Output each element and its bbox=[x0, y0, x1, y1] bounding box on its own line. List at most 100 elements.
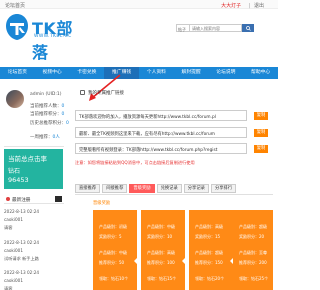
card-extra: 推荐积分：150 bbox=[195, 260, 223, 265]
promo-link-field[interactable]: 最新、最全TK视频到这里来下载，应有尽有http://www.tkbl.cc/f… bbox=[75, 127, 247, 138]
nav-item-help[interactable]: 帮助中心 bbox=[243, 67, 278, 79]
logo-emblem-icon bbox=[6, 14, 28, 40]
card-reward: 奖励积分：10 bbox=[147, 234, 173, 239]
copy-note: 注意：如您将链接粘贴到QQ消息中，可点击链接后复制进行使用 bbox=[75, 160, 195, 165]
nav-item-video[interactable]: 视频中心 bbox=[35, 67, 70, 79]
tab-promotion-reward[interactable]: 晋级奖励 bbox=[129, 184, 155, 193]
nav-item-profile[interactable]: 个人资料 bbox=[139, 67, 174, 79]
card-extra: 推荐积分：50 bbox=[99, 260, 125, 265]
card-total: 领取：钻石10个 bbox=[99, 276, 129, 281]
stat-label: 一周推荐： bbox=[30, 135, 53, 140]
card-pointer-icon bbox=[182, 258, 185, 264]
card-reward: 奖励积分：20 bbox=[239, 234, 265, 239]
tab-share-rank[interactable]: 分享排行 bbox=[210, 184, 237, 193]
promo-link-row: 完整版看所有视频登录：TK部落http://www.tkbl.cc/forum.… bbox=[75, 143, 271, 154]
recent-name[interactable]: 请客 bbox=[4, 225, 12, 231]
sidebar-stat: 当前推荐积分：0 bbox=[30, 111, 64, 117]
annotation-arrow-icon bbox=[89, 74, 121, 101]
sidebar-divider bbox=[4, 146, 64, 147]
reward-card[interactable]: 产品级别：中级 奖励积分：10 产品级别：高级 推荐积分：100 领取：钻石15… bbox=[141, 210, 185, 290]
recent-name[interactable]: caoki001 bbox=[4, 278, 23, 283]
logo-text: TK部落 bbox=[32, 19, 73, 62]
recent-header: 最新注册 bbox=[4, 195, 64, 204]
sidebar-stat: 历史总推荐积分：0 bbox=[30, 120, 69, 126]
stat-value: 0 bbox=[61, 104, 65, 109]
card-bonus: 产品级别：高级 bbox=[147, 250, 175, 255]
recent-time: 2022-8-13 02:24 bbox=[4, 270, 40, 275]
stat-label: 历史总推荐积分： bbox=[30, 121, 66, 126]
copy-button[interactable]: 复制 bbox=[254, 111, 268, 120]
promo-link-field[interactable]: TK部落欢迎你的加入，播放资源每天更新http://www.tkbl.cc/fo… bbox=[75, 110, 247, 121]
stat-label: 当前推荐积分： bbox=[30, 112, 62, 117]
recent-name[interactable]: caoki001 bbox=[4, 248, 23, 253]
avatar[interactable] bbox=[6, 90, 24, 108]
nav-item-home[interactable]: 论坛首页 bbox=[0, 67, 35, 79]
copy-button[interactable]: 复制 bbox=[254, 128, 268, 137]
promo-link-row: 最新、最全TK视频到这里来下载，应有尽有http://www.tkbl.cc/f… bbox=[75, 127, 271, 138]
recent-name[interactable]: 请客 bbox=[4, 286, 12, 290]
card-bonus: 产品级别：中级 bbox=[99, 250, 127, 255]
click-stats-card: 当前总点击率 钻石 96453 bbox=[4, 149, 63, 189]
card-rank: 产品级别：中级 bbox=[147, 224, 175, 229]
card-extra: 推荐积分：100 bbox=[147, 260, 175, 265]
promo-link-row: TK部落欢迎你的加入，播放资源每天更新http://www.tkbl.cc/fo… bbox=[75, 110, 271, 121]
card-extra: 推荐积分：200 bbox=[239, 260, 267, 265]
logo-url: WWW.TKBL.CC bbox=[34, 34, 72, 39]
top-username[interactable]: 大大灯子 bbox=[221, 3, 241, 9]
stat-label: 当前推荐人数： bbox=[30, 104, 62, 109]
card-reward: 奖励积分：15 bbox=[195, 234, 221, 239]
sidebar-stat: 当前推荐人数：0 bbox=[30, 103, 64, 109]
copy-button[interactable]: 复制 bbox=[254, 144, 268, 153]
card-pointer-icon bbox=[134, 258, 137, 264]
search-button[interactable] bbox=[242, 24, 254, 32]
tab-exchange[interactable]: 兑换记录 bbox=[156, 184, 182, 193]
site-logo[interactable]: TK部落 WWW.TKBL.CC bbox=[4, 13, 74, 62]
reward-card[interactable]: 产品级别：高级 奖励积分：15 产品级别：超级 推荐积分：150 领取：钻石20… bbox=[189, 210, 233, 290]
tabs-divider bbox=[75, 194, 273, 195]
search-icon bbox=[245, 25, 251, 31]
tab-indirect[interactable]: 间接推荐 bbox=[102, 184, 128, 193]
tab-share-record[interactable]: 分享记录 bbox=[183, 184, 209, 193]
promo-link-field[interactable]: 完整版看所有视频登录：TK部落http://www.tkbl.cc/forum.… bbox=[75, 143, 247, 154]
panel-title-text: 我的专属推广链接 bbox=[88, 91, 124, 96]
search-input[interactable] bbox=[190, 24, 242, 32]
nav-item-rules[interactable]: 论坛说明 bbox=[209, 67, 244, 79]
coin-label: 钻石 bbox=[8, 168, 21, 175]
recent-time: 2022-8-13 02:24 bbox=[4, 209, 40, 214]
recent-name[interactable]: caoki001 bbox=[4, 217, 23, 222]
sidebar-stat: 一周推荐：0人 bbox=[30, 134, 60, 140]
card-bonus: 产品级别：超级 bbox=[195, 250, 223, 255]
main-nav: 论坛首页 视频中心 卡密兑换 推广赚钱 个人资料 解封提醒 论坛说明 帮助中心 bbox=[0, 67, 278, 79]
logout-link[interactable]: 退出 bbox=[254, 3, 264, 9]
top-bar: 论坛首页 大大灯子 | 退出 bbox=[0, 0, 278, 9]
card-rank: 产品级别：超级 bbox=[239, 224, 267, 229]
recent-header-bar bbox=[55, 196, 62, 202]
recent-title: 最新注册 bbox=[12, 197, 31, 203]
reward-card[interactable]: 产品级别：超级 奖励积分：20 产品级别：至尊 推荐积分：200 领取：钻石25… bbox=[233, 210, 273, 290]
recent-name[interactable]: 试听请求 新手上路 bbox=[4, 256, 39, 262]
coin-value: 96453 bbox=[8, 176, 29, 184]
card-bonus: 产品级别：至尊 bbox=[239, 250, 267, 255]
sidebar-username[interactable]: admin (UID:1) bbox=[30, 92, 62, 97]
card-total: 领取：钻石20个 bbox=[195, 276, 225, 281]
card-total: 领取：钻石25个 bbox=[239, 276, 269, 281]
top-user-area: 大大灯子 | 退出 bbox=[221, 2, 264, 9]
link-icon bbox=[80, 90, 85, 95]
stat-value: 0 bbox=[61, 112, 65, 117]
click-stats-title: 当前总点击率 bbox=[8, 155, 47, 163]
tab-direct[interactable]: 直接推荐 bbox=[75, 184, 101, 193]
top-greeting[interactable]: 论坛首页 bbox=[5, 2, 25, 9]
top-separator: | bbox=[248, 3, 251, 9]
card-rank: 产品级别：初级 bbox=[99, 224, 127, 229]
card-rank: 产品级别：高级 bbox=[195, 224, 223, 229]
panel-title: 我的专属推广链接 bbox=[70, 89, 270, 97]
card-total: 领取：钻石15个 bbox=[147, 276, 177, 281]
stat-value: 0人 bbox=[52, 135, 60, 140]
stat-value: 0 bbox=[66, 121, 69, 126]
record-tabs: 直接推荐 间接推荐 晋级奖励 兑换记录 分享记录 分享排行 bbox=[75, 184, 238, 194]
reward-card[interactable]: 产品级别：初级 奖励积分：5 产品级别：中级 推荐积分：50 领取：钻石10个 bbox=[93, 210, 137, 290]
nav-item-unban[interactable]: 解封提醒 bbox=[174, 67, 209, 79]
card-reward: 奖励积分：5 bbox=[99, 234, 122, 239]
search-type-select[interactable]: 帖子 bbox=[176, 24, 190, 32]
recent-time: 2022-8-13 02:24 bbox=[4, 240, 40, 245]
